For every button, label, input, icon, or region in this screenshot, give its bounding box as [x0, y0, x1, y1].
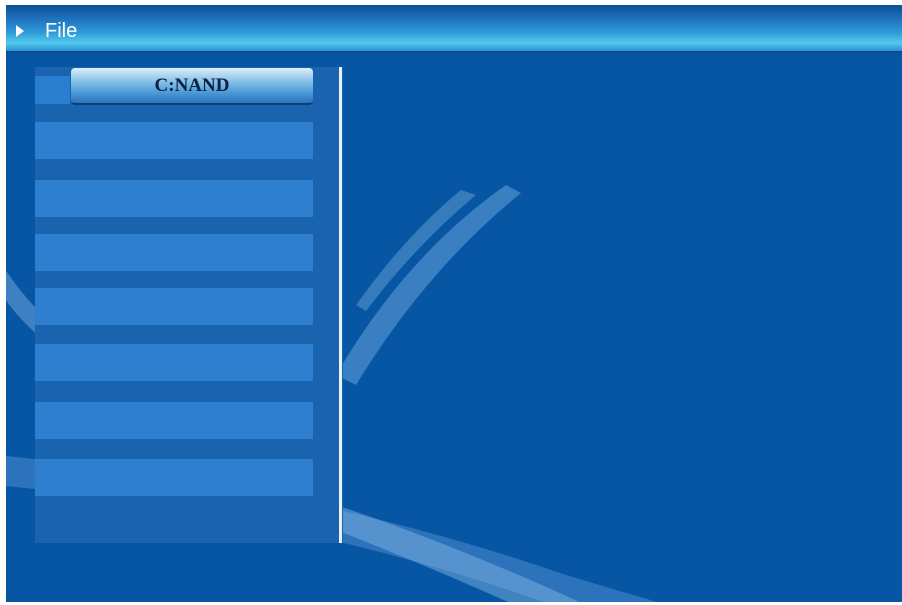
drive-selector-tab[interactable]: [35, 76, 70, 104]
drive-button[interactable]: C:NAND: [71, 68, 313, 105]
list-item[interactable]: [35, 122, 313, 159]
list-item[interactable]: [35, 459, 313, 496]
list-item[interactable]: [35, 234, 313, 271]
list-item[interactable]: [35, 344, 313, 381]
window-title: File: [45, 20, 78, 42]
list-item[interactable]: [35, 402, 313, 439]
play-arrow-icon: [16, 25, 24, 37]
list-item[interactable]: [35, 180, 313, 217]
list-item[interactable]: [35, 288, 313, 325]
panel-divider: [339, 67, 342, 543]
title-bar: File: [6, 5, 902, 53]
file-browser-screen: File C:NAND: [6, 5, 902, 602]
